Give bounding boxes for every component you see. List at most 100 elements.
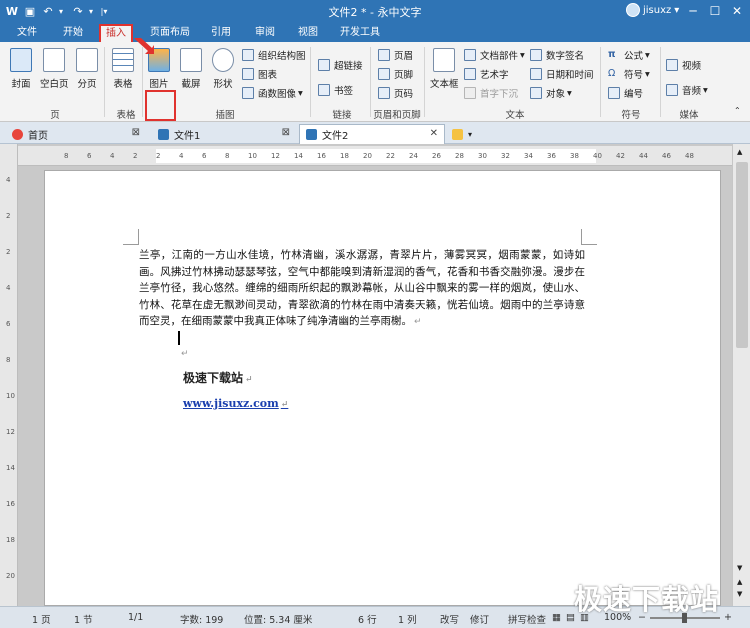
vertical-ruler[interactable]: 4 2 2 4 6 8 10 12 14 16 18 20 xyxy=(0,144,18,606)
collapse-ribbon-icon[interactable]: ⌃ xyxy=(734,106,741,115)
menu-review[interactable]: 审阅 xyxy=(248,24,282,42)
datetime-button[interactable]: 日期和时间 xyxy=(530,67,594,81)
footer-button[interactable]: 页脚 xyxy=(378,67,413,81)
header-button[interactable]: 页眉 xyxy=(378,48,413,62)
chevron-down-icon: ▾ xyxy=(674,4,680,16)
page-number-button[interactable]: 页码 xyxy=(378,86,413,100)
ruler-number: 6 xyxy=(6,320,11,328)
menu-references[interactable]: 引用 xyxy=(204,24,238,42)
minimize-icon[interactable]: ─ xyxy=(682,2,704,20)
video-button[interactable]: 视频 xyxy=(666,58,701,72)
site-link[interactable]: www.jisuxz.com ↵ xyxy=(183,397,288,410)
dropcap-icon xyxy=(464,87,476,99)
status-revise[interactable]: 修订 xyxy=(470,612,489,626)
menu-file[interactable]: 文件 xyxy=(8,24,46,42)
textbox-icon xyxy=(433,48,456,72)
blank-page-icon xyxy=(43,48,66,72)
shape-button[interactable]: 形状 xyxy=(212,48,234,90)
body-paragraph[interactable]: 兰亭，江南的一方山水佳境，竹林清幽，溪水潺潺，青翠片片，薄雾冥冥，烟雨蒙蒙，如诗… xyxy=(139,247,585,331)
object-button[interactable]: 对象 ▾ xyxy=(530,86,572,100)
tab-file1[interactable]: 文件1 ⊠ xyxy=(152,124,296,144)
vertical-scrollbar[interactable]: ▲ ▼ ▲ ▼ xyxy=(732,144,750,606)
paragraph-mark: ↵ xyxy=(181,349,189,359)
ruler-number: 12 xyxy=(6,428,15,436)
status-section: 1 节 xyxy=(74,615,93,626)
chart-icon xyxy=(242,68,254,80)
ruler-number: 20 xyxy=(6,572,15,580)
site-name-text[interactable]: 极速下载站 ↵ xyxy=(183,369,253,386)
scissors-icon xyxy=(180,48,202,72)
scroll-up-icon[interactable]: ▲ xyxy=(737,148,742,156)
next-page-icon[interactable]: ▼ xyxy=(737,590,742,598)
status-position: 位置: 5.34 厘米 xyxy=(244,615,313,626)
symbol-button[interactable]: Ω 符号 ▾ xyxy=(608,67,650,81)
status-column: 1 列 xyxy=(398,615,417,626)
ruler-number: 34 xyxy=(524,152,533,160)
function-graph-button[interactable]: 函数图像 ▾ xyxy=(242,86,303,100)
ruler-number: 26 xyxy=(432,152,441,160)
status-page-of: 1/1 xyxy=(128,612,144,623)
red-arrow-icon xyxy=(134,38,154,54)
smartart-button[interactable]: 组织结构图 xyxy=(242,48,306,62)
redo-icon[interactable]: ↷ xyxy=(70,3,86,19)
customize-quick-access-icon[interactable]: |▾ xyxy=(98,3,110,19)
chart-button[interactable]: 图表 xyxy=(242,67,277,81)
header-icon xyxy=(378,49,390,61)
video-icon xyxy=(666,59,678,71)
table-button[interactable]: 表格 xyxy=(112,48,134,90)
doc-parts-button[interactable]: 文档部件 ▾ xyxy=(464,48,525,62)
audio-button[interactable]: 音频 ▾ xyxy=(666,83,708,97)
redo-dropdown-icon[interactable]: ▾ xyxy=(86,3,96,19)
user-account[interactable]: jisuxz ▾ xyxy=(626,3,679,17)
tab-home[interactable]: 首页 ⊠ xyxy=(6,124,146,144)
group-label-page: 页 xyxy=(50,110,60,121)
digital-signature-button[interactable]: 数字签名 xyxy=(530,48,584,62)
art-text-button[interactable]: 艺术字 xyxy=(464,67,509,81)
maximize-icon[interactable]: ☐ xyxy=(704,2,726,20)
close-icon[interactable]: ✕ xyxy=(726,2,748,20)
textbox-button[interactable]: 文本框 xyxy=(430,48,459,90)
menu-insert[interactable]: 插入 xyxy=(99,24,133,42)
bookmark-button[interactable]: 书签 xyxy=(318,83,353,97)
close-tab-icon[interactable]: ⊠ xyxy=(132,127,140,138)
tab-file2[interactable]: 文件2 ✕ xyxy=(299,124,445,144)
menu-bar: 文件 开始 插入 页面布局 引用 审阅 视图 开发工具 xyxy=(0,22,750,42)
username: jisuxz xyxy=(643,4,672,16)
app-logo-icon: W xyxy=(5,4,19,18)
ruler-number: 24 xyxy=(409,152,418,160)
zoom-in-icon[interactable]: + xyxy=(724,612,732,623)
view-print-icon[interactable]: ▦ xyxy=(552,612,561,623)
prev-page-icon[interactable]: ▲ xyxy=(737,578,742,586)
menu-developer[interactable]: 开发工具 xyxy=(334,24,386,42)
status-words[interactable]: 字数: 199 xyxy=(180,612,223,626)
screenshot-button[interactable]: 截屏 xyxy=(180,48,202,90)
new-tab-button[interactable]: ▾ xyxy=(448,124,476,144)
status-spellcheck[interactable]: 拼写检查 xyxy=(508,612,546,626)
save-icon[interactable]: ▣ xyxy=(22,3,38,19)
menu-view[interactable]: 视图 xyxy=(291,24,325,42)
undo-dropdown-icon[interactable]: ▾ xyxy=(56,3,66,19)
numbering-button[interactable]: 编号 xyxy=(608,86,643,100)
hyperlink-button[interactable]: 超链接 xyxy=(318,58,363,72)
close-tab-icon[interactable]: ⊠ xyxy=(282,127,290,138)
blank-page-button[interactable]: 空白页 xyxy=(40,48,69,90)
ruler-number: 40 xyxy=(593,152,602,160)
page-break-button[interactable]: 分页 xyxy=(76,48,98,90)
status-overwrite[interactable]: 改写 xyxy=(440,612,459,626)
scroll-thumb[interactable] xyxy=(736,162,748,348)
cover-button[interactable]: 封面 xyxy=(10,48,32,90)
close-tab-icon[interactable]: ✕ xyxy=(430,128,438,139)
dropcap-button[interactable]: 首字下沉 xyxy=(464,86,518,100)
horizontal-ruler[interactable]: 8 6 4 2 2 4 6 8 10 12 14 16 18 20 22 24 26 28 30 32 34 36 38 40… xyxy=(18,146,732,166)
document-page[interactable]: 兰亭，江南的一方山水佳境，竹林清幽，溪水潺潺，青翠片片，薄雾冥冥，烟雨蒙蒙，如诗… xyxy=(44,170,721,606)
work-area: 4 2 2 4 6 8 10 12 14 16 18 20 8 6 4 2 2 4 6 8 10 12 14 16 18 20 2… xyxy=(0,144,750,606)
doc-parts-icon xyxy=(464,49,476,61)
picture-button[interactable]: 图片 xyxy=(148,48,170,90)
scroll-down-icon[interactable]: ▼ xyxy=(737,564,742,572)
menu-home[interactable]: 开始 xyxy=(54,24,92,42)
undo-icon[interactable]: ↶ xyxy=(40,3,56,19)
title-bar: W ▣ ↶ ▾ ↷ ▾ |▾ 文件2 * - 永中文字 jisuxz ▾ ─ ☐… xyxy=(0,0,750,22)
ruler-number: 8 xyxy=(225,152,230,160)
formula-button[interactable]: π 公式 ▾ xyxy=(608,48,650,62)
ruler-number: 10 xyxy=(6,392,15,400)
